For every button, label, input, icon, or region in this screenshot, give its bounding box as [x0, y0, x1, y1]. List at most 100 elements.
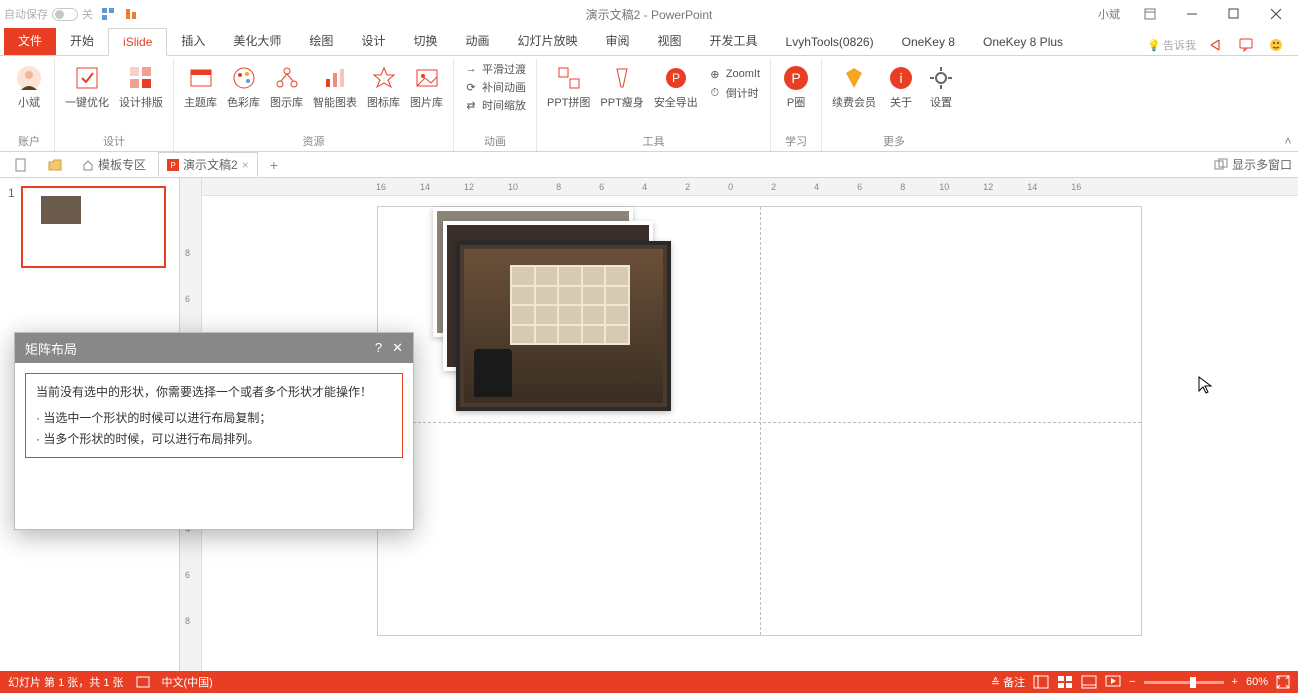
photo-chair	[474, 349, 512, 397]
collapse-ribbon-button[interactable]: ˄	[1280, 133, 1296, 149]
zoom-level[interactable]: 60%	[1246, 676, 1268, 688]
icon-lib-button[interactable]: 图标库	[363, 60, 404, 112]
optimize-button[interactable]: 一键优化	[61, 60, 113, 112]
pcircle-button[interactable]: PP圈	[777, 60, 815, 112]
dialog-close-icon[interactable]: ✕	[392, 340, 403, 356]
smartchart-button[interactable]: 智能图表	[309, 60, 361, 112]
new-doc-icon[interactable]	[6, 155, 36, 175]
tab-developer[interactable]: 开发工具	[696, 26, 772, 55]
dialog-body: 当前没有选中的形状，你需要选择一个或者多个形状才能操作！ · 当选中一个形状的时…	[15, 363, 413, 468]
spellcheck-icon[interactable]	[136, 675, 150, 689]
ppt-stitch-button[interactable]: PPT拼图	[543, 60, 594, 112]
close-tab-icon[interactable]: ×	[242, 158, 249, 172]
about-button[interactable]: i关于	[882, 60, 920, 112]
ppt-slim-button[interactable]: PPT瘦身	[596, 60, 647, 112]
thumbnail-image	[41, 196, 81, 224]
minimize-button[interactable]	[1174, 2, 1210, 26]
countdown-button[interactable]: ⏱倒计时	[704, 84, 764, 102]
tween-button[interactable]: ⟳补间动画	[460, 78, 530, 96]
tell-me[interactable]: 💡告诉我	[1147, 37, 1196, 53]
tab-slideshow[interactable]: 幻灯片放映	[503, 26, 591, 55]
tab-home[interactable]: 开始	[56, 26, 108, 55]
avatar-icon	[15, 64, 43, 92]
group-label: 学习	[785, 133, 807, 151]
tab-file[interactable]: 文件	[4, 26, 56, 55]
share-icon[interactable]	[1206, 35, 1226, 55]
thumbnail-canvas	[21, 186, 166, 268]
dialog-help-icon[interactable]: ?	[375, 340, 382, 356]
document-title: 演示文稿2 - PowerPoint	[586, 6, 713, 23]
diagram-lib-button[interactable]: 图示库	[266, 60, 307, 112]
tab-review[interactable]: 审阅	[592, 26, 644, 55]
tab-lvyhtools[interactable]: LvyhTools(0826)	[772, 29, 888, 55]
group-design: 一键优化 设计排版 设计	[55, 58, 174, 151]
svg-text:P: P	[672, 71, 680, 85]
zoomit-button[interactable]: ⊕ZoomIt	[704, 66, 764, 82]
account-button[interactable]: 小斌	[10, 60, 48, 112]
zoom-knob[interactable]	[1190, 677, 1196, 688]
theme-lib-button[interactable]: 主题库	[180, 60, 221, 112]
timescale-button[interactable]: ⇄时间缩放	[460, 96, 530, 114]
comment-icon[interactable]	[1236, 35, 1256, 55]
gear-icon	[927, 64, 955, 92]
photo-3[interactable]	[456, 241, 671, 411]
layout-icon	[127, 64, 155, 92]
renew-button[interactable]: 续费会员	[828, 60, 880, 112]
open-folder-icon[interactable]	[40, 155, 70, 175]
view-slideshow-icon[interactable]	[1105, 675, 1121, 689]
template-tab[interactable]: 模板专区	[74, 153, 154, 176]
color-lib-button[interactable]: 色彩库	[223, 60, 264, 112]
pcircle-icon: P	[782, 64, 810, 92]
status-bar: 幻灯片 第 1 张，共 1 张 中文(中国) ≙ 备注 − + 60%	[0, 671, 1298, 693]
tab-animations[interactable]: 动画	[451, 26, 503, 55]
settings-button[interactable]: 设置	[922, 60, 960, 112]
title-bar: 自动保存 关 演示文稿2 - PowerPoint 小斌	[0, 0, 1298, 28]
slide-canvas[interactable]	[377, 206, 1142, 636]
tab-transitions[interactable]: 切换	[399, 26, 451, 55]
tab-onekey8plus[interactable]: OneKey 8 Plus	[969, 29, 1077, 55]
svg-text:P: P	[170, 161, 175, 170]
tab-onekey8[interactable]: OneKey 8	[888, 29, 969, 55]
zoom-slider[interactable]	[1144, 681, 1224, 684]
zoom-out-button[interactable]: −	[1129, 676, 1135, 688]
doc-tab[interactable]: P演示文稿2×	[158, 152, 258, 177]
quick-layout-icon[interactable]	[99, 5, 117, 23]
view-reading-icon[interactable]	[1081, 675, 1097, 689]
view-sorter-icon[interactable]	[1057, 675, 1073, 689]
group-more: 续费会员 i关于 设置 更多	[822, 58, 966, 151]
layout-button[interactable]: 设计排版	[115, 60, 167, 112]
view-normal-icon[interactable]	[1033, 675, 1049, 689]
slide-counter[interactable]: 幻灯片 第 1 张，共 1 张	[8, 674, 124, 690]
tab-view[interactable]: 视图	[644, 26, 696, 55]
ribbon-display-icon[interactable]	[1132, 2, 1168, 26]
image-lib-button[interactable]: 图片库	[406, 60, 447, 112]
multi-window-button[interactable]: 显示多窗口	[1214, 156, 1292, 173]
quick-align-icon[interactable]	[123, 5, 141, 23]
thumbnail-1[interactable]: 1	[8, 186, 171, 268]
autosave-toggle[interactable]: 自动保存 关	[4, 6, 93, 22]
tab-design[interactable]: 设计	[347, 26, 399, 55]
guide-v	[760, 207, 761, 635]
svg-text:i: i	[899, 70, 902, 86]
tab-beautify[interactable]: 美化大师	[219, 26, 295, 55]
safe-export-button[interactable]: P安全导出	[650, 60, 702, 112]
slim-icon	[608, 64, 636, 92]
tab-draw[interactable]: 绘图	[295, 26, 347, 55]
maximize-button[interactable]	[1216, 2, 1252, 26]
group-study: PP圈 学习	[771, 58, 822, 151]
smooth-button[interactable]: →平滑过渡	[460, 60, 530, 78]
dialog-header[interactable]: 矩阵布局 ? ✕	[15, 333, 413, 363]
add-tab-button[interactable]: +	[262, 154, 286, 176]
close-button[interactable]	[1258, 2, 1294, 26]
zoom-icon: ⊕	[708, 67, 722, 81]
zoom-in-button[interactable]: +	[1232, 676, 1238, 688]
group-label: 工具	[643, 133, 665, 151]
notes-button[interactable]: ≙ 备注	[991, 674, 1025, 690]
smiley-icon[interactable]	[1266, 35, 1286, 55]
tab-islide[interactable]: iSlide	[108, 28, 167, 56]
language-label[interactable]: 中文(中国)	[162, 674, 213, 690]
fit-window-icon[interactable]	[1276, 675, 1290, 689]
group-label: 设计	[103, 133, 125, 151]
user-name[interactable]: 小斌	[1098, 6, 1120, 22]
tab-insert[interactable]: 插入	[167, 26, 219, 55]
